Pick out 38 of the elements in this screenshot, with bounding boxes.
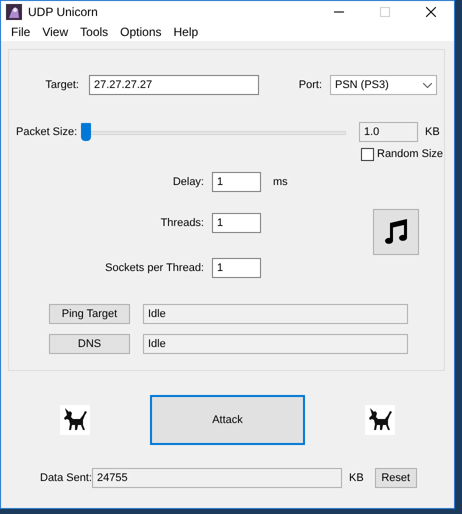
action-button[interactable]: Ping Target <box>49 304 130 324</box>
delay-label: Delay: <box>172 176 204 188</box>
sockets-field[interactable]: 1 <box>212 258 261 278</box>
data-sent-field: 24755 <box>92 468 342 488</box>
menu-item[interactable]: Options <box>114 24 168 40</box>
status-field: Idle <box>143 304 408 324</box>
slider-thumb[interactable] <box>81 123 91 141</box>
random-size-label: Random Size <box>377 148 444 160</box>
unit-label: KB <box>349 472 364 484</box>
menu-item[interactable]: View <box>36 24 74 40</box>
port-label: Port: <box>298 79 322 91</box>
target-label: Target: <box>44 79 79 91</box>
window-title: UDP Unicorn <box>28 5 99 19</box>
unit-label: ms <box>273 176 288 188</box>
unit-label: KB <box>425 126 440 138</box>
target-field[interactable]: 27.27.27.27 <box>89 75 259 95</box>
port-dropdown[interactable]: PSN (PS3) <box>330 75 437 95</box>
menu-item[interactable]: Help <box>168 24 204 40</box>
threads-label: Threads: <box>160 216 204 231</box>
menu-item[interactable]: File <box>5 24 36 40</box>
menu-item[interactable]: Tools <box>74 24 114 40</box>
maximize-icon <box>380 7 390 17</box>
music-button[interactable] <box>373 209 419 255</box>
action-button[interactable]: DNS <box>49 334 130 354</box>
packet-size-label: Packet Size: <box>16 126 78 138</box>
app-icon <box>6 4 22 20</box>
chevron-down-icon <box>423 82 432 88</box>
delay-field[interactable]: 1 <box>212 172 261 192</box>
threads-field[interactable]: 1 <box>212 213 261 233</box>
sockets-label: Sockets per Thread: <box>104 262 204 274</box>
unicorn-icon <box>365 405 395 435</box>
random-size-checkbox[interactable] <box>361 148 374 160</box>
status-field: Idle <box>143 334 408 354</box>
packet-size-field[interactable]: 1.0 <box>359 122 418 142</box>
attack-button[interactable]: Attack <box>150 395 305 445</box>
unicorn-icon <box>60 405 90 435</box>
close-icon <box>426 7 436 17</box>
reset-button[interactable]: Reset <box>374 468 417 488</box>
